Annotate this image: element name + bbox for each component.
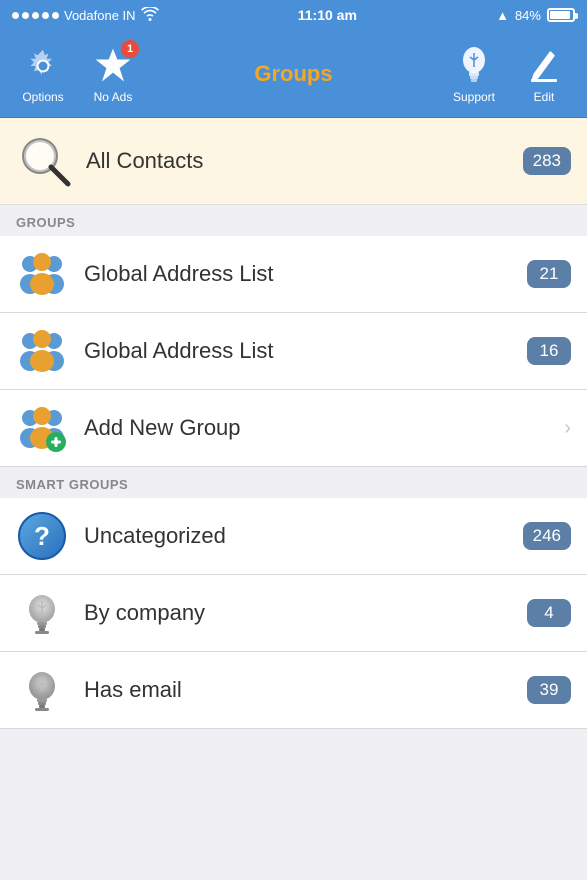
group-row-2[interactable]: Global Address List 16	[0, 313, 587, 390]
smart-group-row-3[interactable]: Has email 39	[0, 652, 587, 729]
options-label: Options	[22, 90, 63, 104]
star-icon-container: 1	[91, 44, 135, 88]
status-right: ▲ 84%	[496, 8, 575, 23]
people-icon-2	[16, 325, 68, 377]
add-group-icon	[16, 402, 68, 454]
group-2-count: 16	[527, 337, 571, 365]
status-time: 11:10 am	[298, 7, 357, 23]
group-row-1[interactable]: Global Address List 21	[0, 236, 587, 313]
smart-group-2-label: By company	[84, 600, 527, 626]
smart-group-row-1[interactable]: ? Uncategorized 246	[0, 498, 587, 575]
add-group-label: Add New Group	[84, 415, 560, 441]
all-contacts-count: 283	[523, 147, 571, 175]
options-icon	[21, 44, 65, 88]
edit-button[interactable]: Edit	[509, 44, 579, 104]
battery-percent: 84%	[515, 8, 541, 23]
group-1-count: 21	[527, 260, 571, 288]
support-icon	[452, 44, 496, 88]
status-bar: Vodafone IN 11:10 am ▲ 84%	[0, 0, 587, 30]
people-icon-1	[16, 248, 68, 300]
carrier-label: Vodafone IN	[64, 8, 136, 23]
nav-title: Groups	[148, 61, 439, 87]
add-group-row[interactable]: Add New Group ›	[0, 390, 587, 467]
bulb-icon-1	[16, 587, 68, 639]
edit-label: Edit	[534, 90, 555, 104]
signal-dots	[12, 12, 59, 19]
options-button[interactable]: Options	[8, 44, 78, 104]
edit-icon	[522, 44, 566, 88]
battery-icon	[547, 8, 575, 22]
group-1-label: Global Address List	[84, 261, 527, 287]
notification-badge: 1	[121, 40, 139, 58]
status-left: Vodafone IN	[12, 7, 159, 24]
no-ads-label: No Ads	[94, 90, 133, 104]
chevron-icon: ›	[564, 417, 571, 440]
support-label: Support	[453, 90, 495, 104]
smart-group-row-2[interactable]: By company 4	[0, 575, 587, 652]
smart-group-3-label: Has email	[84, 677, 527, 703]
smart-group-3-count: 39	[527, 676, 571, 704]
smart-groups-section-header: SMART GROUPS	[0, 467, 587, 498]
location-arrow-icon: ▲	[496, 8, 509, 23]
groups-section-header: GROUPS	[0, 205, 587, 236]
magnifier-icon	[16, 132, 74, 190]
group-2-label: Global Address List	[84, 338, 527, 364]
no-ads-button[interactable]: 1 No Ads	[78, 44, 148, 104]
smart-group-1-label: Uncategorized	[84, 523, 523, 549]
bulb-icon-2	[16, 664, 68, 716]
question-icon: ?	[16, 510, 68, 562]
smart-group-2-count: 4	[527, 599, 571, 627]
nav-bar: Options 1 No Ads Groups	[0, 30, 587, 118]
wifi-icon	[141, 7, 159, 24]
smart-group-1-count: 246	[523, 522, 571, 550]
support-button[interactable]: Support	[439, 44, 509, 104]
all-contacts-row[interactable]: All Contacts 283	[0, 118, 587, 205]
all-contacts-label: All Contacts	[86, 148, 523, 174]
